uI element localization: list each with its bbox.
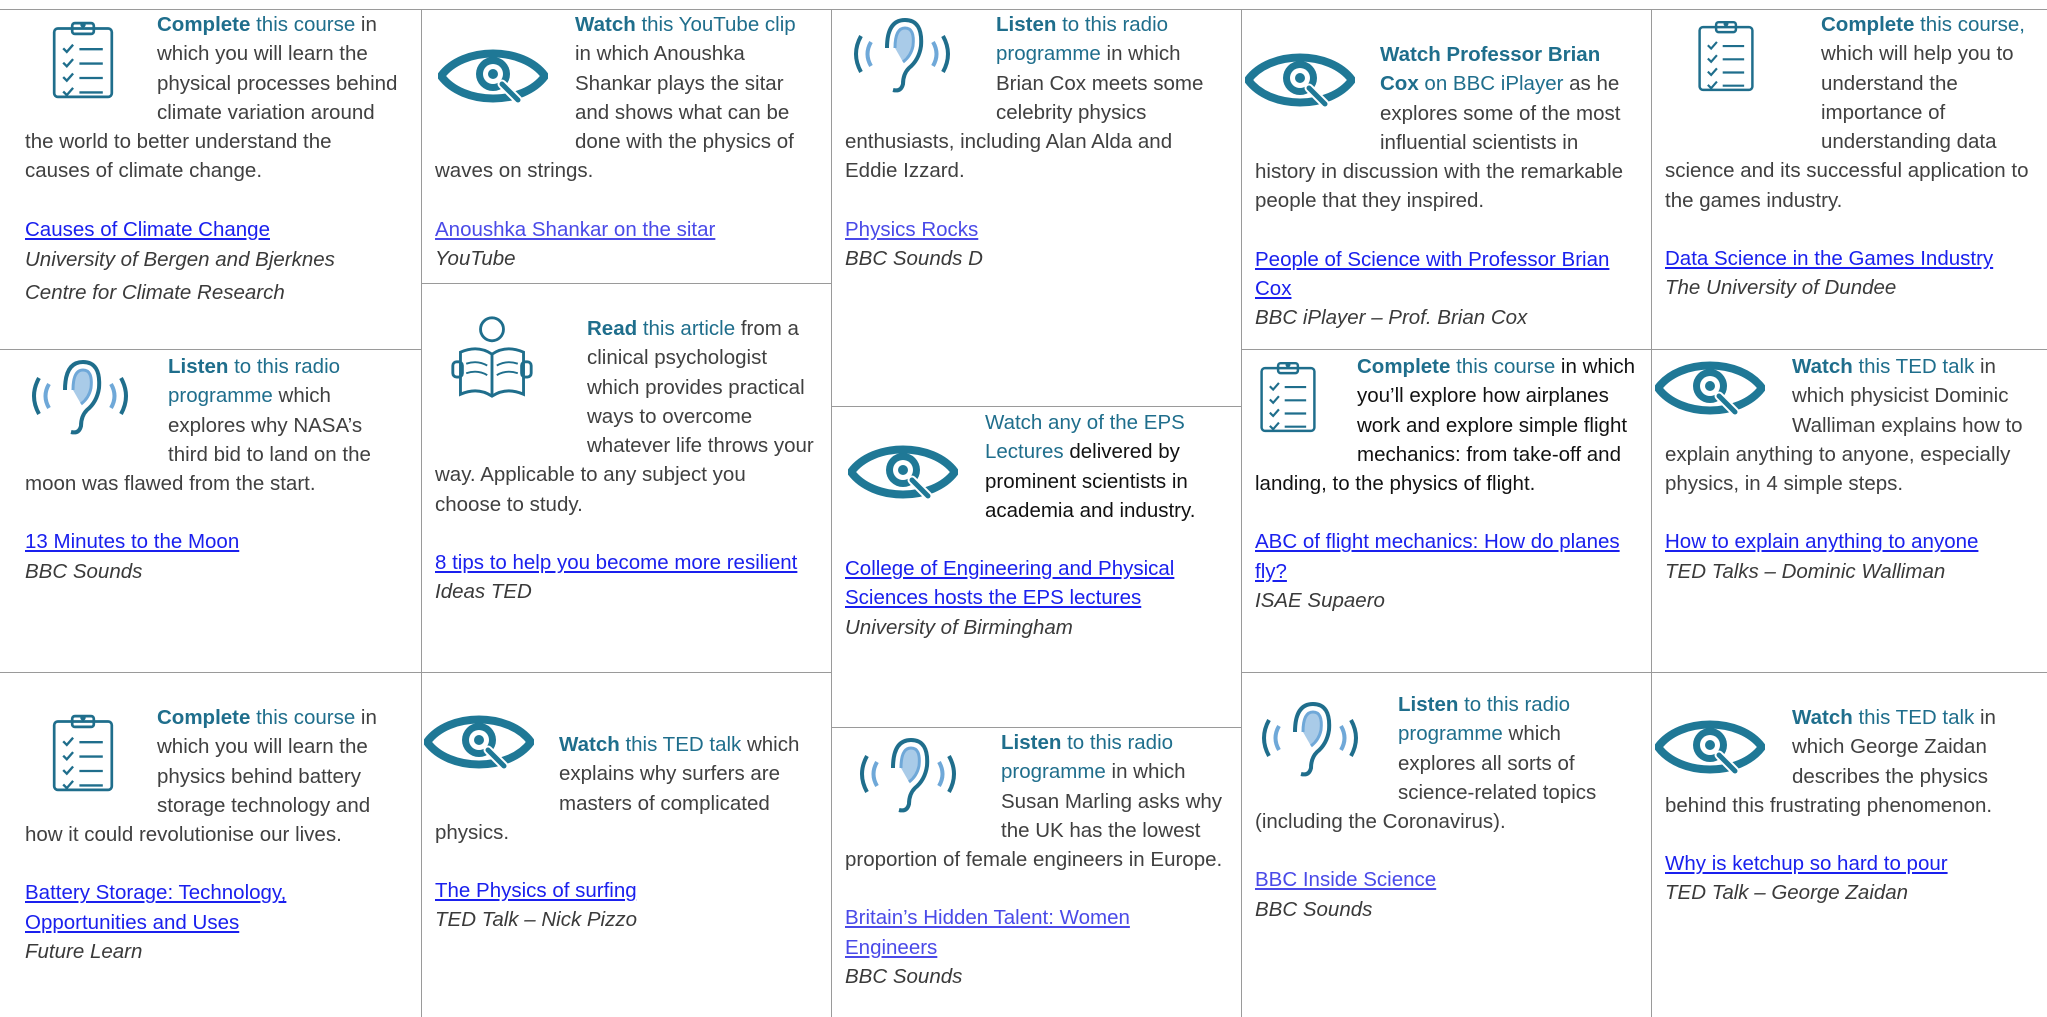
source: BBC Sounds <box>25 559 143 583</box>
card-flight-course: Complete this course in which you’ll exp… <box>1255 352 1637 615</box>
verb-rest: this TED talk <box>1852 706 1975 729</box>
reader-icon <box>435 314 587 432</box>
card-battery-course: Complete this course in which you will l… <box>25 703 400 966</box>
source: BBC iPlayer – Prof. Brian Cox <box>1255 306 1528 330</box>
source: BBC Sounds D <box>845 247 983 271</box>
source: Future Learn <box>25 940 143 964</box>
card-explain-anything: Watch this TED talk in which physicist D… <box>1665 352 2040 586</box>
source: TED Talk – Nick Pizzo <box>435 908 638 932</box>
link-surfing-talk[interactable]: The Physics of surfing <box>435 879 637 902</box>
link-sitar-clip[interactable]: Anoushka Shankar on the sitar <box>435 218 715 241</box>
card-physics-rocks: Listen to this radio programme in which … <box>845 10 1227 273</box>
verb: Watch <box>1792 706 1853 729</box>
verb: Listen <box>168 355 229 378</box>
eye-icon <box>435 10 575 128</box>
verb-rest: on BBC iPlayer <box>1418 72 1564 96</box>
verb: Listen <box>1001 731 1062 754</box>
link-ketchup-talk[interactable]: Why is ketchup so hard to pour <box>1665 852 1948 875</box>
verb: Listen <box>1398 693 1459 716</box>
link-eps-lectures[interactable]: College of Engineering and Physical Scie… <box>845 557 1174 609</box>
eye-icon <box>435 730 559 790</box>
source: The University of Dundee <box>1665 276 1897 300</box>
verb: Listen <box>996 13 1057 36</box>
verb: Watch <box>575 13 636 36</box>
verb-rest: this article <box>637 317 736 340</box>
link-climate-course[interactable]: Causes of Climate Change <box>25 218 270 241</box>
source: YouTube <box>435 247 516 271</box>
card-women-engineers: Listen to this radio programme in which … <box>845 728 1227 991</box>
card-eps-lectures: Watch any of the EPS Lectures delivered … <box>845 408 1227 642</box>
card-climate-course: Complete this course in which you will l… <box>25 10 400 309</box>
ear-icon <box>845 728 1001 816</box>
link-people-of-science[interactable]: People of Science with Professor Brian C… <box>1255 248 1609 300</box>
clipboard-icon <box>1255 352 1357 440</box>
source: Ideas TED <box>435 580 532 604</box>
link-physics-rocks[interactable]: Physics Rocks <box>845 218 978 241</box>
verb-rest: this course, <box>1914 13 2025 36</box>
ear-icon <box>845 10 996 98</box>
link-battery-course[interactable]: Battery Storage: Technology, Opportuniti… <box>25 881 286 933</box>
link-explain-anything[interactable]: How to explain anything to anyone <box>1665 530 1978 553</box>
verb: Watch <box>985 411 1043 434</box>
card-moon-programme: Listen to this radio programme which exp… <box>25 352 400 586</box>
card-ketchup-talk: Watch this TED talk in which George Zaid… <box>1665 703 2040 908</box>
ear-icon <box>1255 690 1398 778</box>
ear-icon <box>25 352 168 440</box>
source: BBC Sounds <box>845 965 963 989</box>
source: BBC Sounds <box>1255 897 1373 921</box>
verb: Watch <box>559 733 620 756</box>
verb: Read <box>587 317 638 340</box>
link-data-science-course[interactable]: Data Science in the Games Industry <box>1665 247 1993 270</box>
link-moon-programme[interactable]: 13 Minutes to the Moon <box>25 530 239 553</box>
eye-icon <box>1665 703 1792 763</box>
eye-icon <box>1255 40 1380 128</box>
verb-rest: this TED talk <box>619 733 742 756</box>
verb-rest: this course <box>250 13 356 36</box>
verb: Watch <box>1792 355 1853 378</box>
clipboard-icon <box>25 703 157 801</box>
card-sitar-clip: Watch this YouTube clip in which Anoushk… <box>435 10 817 273</box>
verb-rest: this YouTube clip <box>635 13 796 36</box>
verb: Complete <box>157 706 251 729</box>
link-women-engineers[interactable]: Britain’s Hidden Talent: Women Engineers <box>845 906 1130 958</box>
source: TED Talks – Dominic Walliman <box>1665 559 1946 583</box>
verb-rest: this course <box>250 706 356 729</box>
verb: Complete <box>1357 355 1451 378</box>
clipboard-icon <box>1665 10 1821 128</box>
verb: Complete <box>1821 13 1915 36</box>
verb: Complete <box>157 13 251 36</box>
source: TED Talk – George Zaidan <box>1665 881 1909 905</box>
source: University of Birmingham <box>845 615 1073 639</box>
verb-rest: this TED talk <box>1852 355 1975 378</box>
card-inside-science: Listen to this radio programme which exp… <box>1255 690 1637 924</box>
eye-icon <box>845 408 985 526</box>
source: University of Bergen and Bjerknes Centre… <box>25 248 335 305</box>
clipboard-icon <box>25 10 157 108</box>
verb-rest: this course <box>1450 355 1556 378</box>
card-surfing-talk: Watch this TED talk which explains why s… <box>435 730 817 935</box>
link-resilience-article[interactable]: 8 tips to help you become more resilient <box>435 551 797 574</box>
source: ISAE Supaero <box>1255 589 1385 613</box>
card-data-science-course: Complete this course, which will help yo… <box>1665 10 2040 303</box>
eye-icon <box>1665 352 1792 412</box>
card-people-of-science: Watch Professor Brian Cox on BBC iPlayer… <box>1255 40 1637 333</box>
link-inside-science[interactable]: BBC Inside Science <box>1255 868 1436 891</box>
link-flight-course[interactable]: ABC of flight mechanics: How do planes f… <box>1255 530 1620 582</box>
card-resilience-article: Read this article from a clinical psycho… <box>435 314 817 607</box>
